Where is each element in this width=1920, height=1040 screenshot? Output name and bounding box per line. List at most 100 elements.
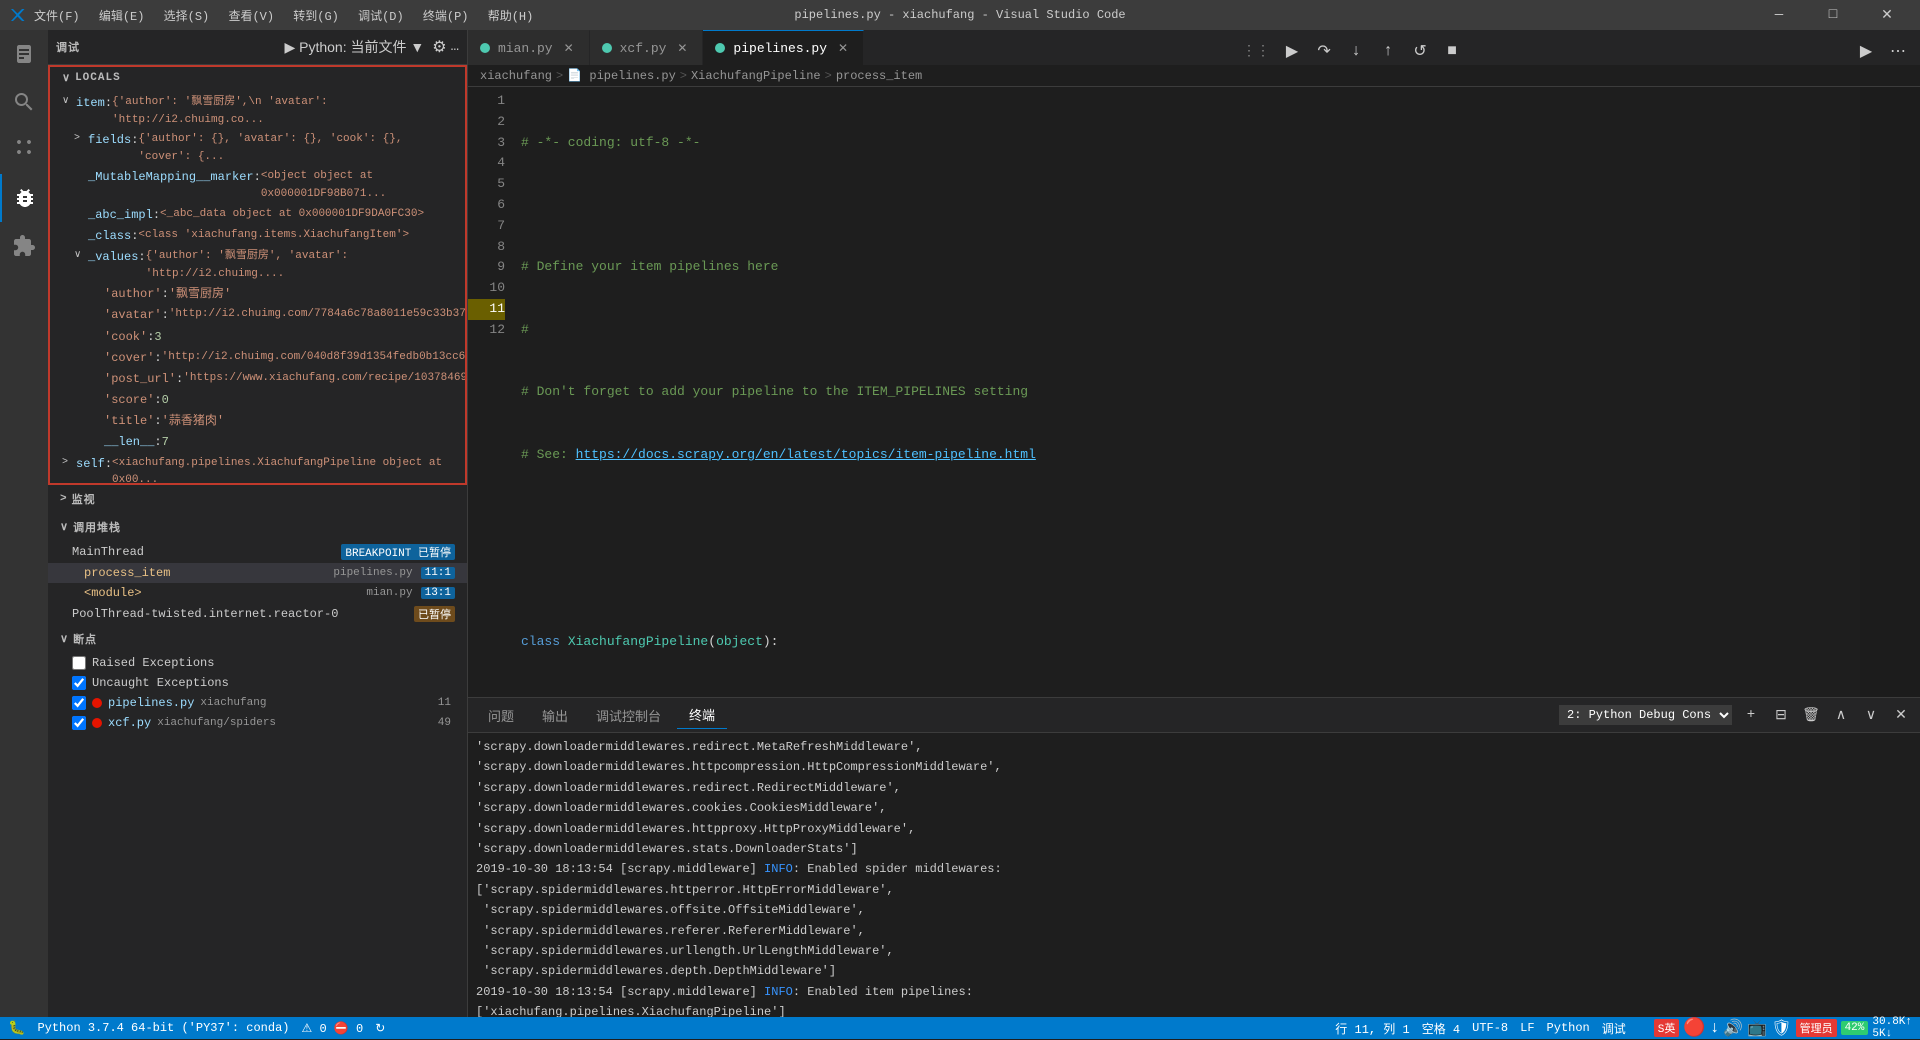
menu-view[interactable]: 查看(V) bbox=[228, 10, 274, 24]
tree-item[interactable]: _MutableMapping__marker : <object object… bbox=[50, 167, 465, 204]
call-stack-frame[interactable]: process_item pipelines.py 11:1 bbox=[48, 563, 467, 583]
breadcrumb: xiachufang > 📄 pipelines.py > Xiachufang… bbox=[468, 65, 1920, 87]
watch-section-header[interactable]: > 监视 bbox=[48, 485, 467, 513]
tab-close-mian[interactable]: ✕ bbox=[561, 40, 577, 56]
activity-explorer[interactable] bbox=[0, 30, 48, 78]
line-num: 4 bbox=[468, 153, 505, 174]
menu-terminal[interactable]: 终端(P) bbox=[423, 10, 469, 24]
menu-debug[interactable]: 调试(D) bbox=[358, 10, 404, 24]
tab-mian[interactable]: mian.py ✕ bbox=[468, 30, 590, 65]
panel-tab-right: 2: Python Debug Cons + ⊟ 🗑 ∧ ∨ ✕ bbox=[1559, 704, 1912, 726]
restart-button[interactable]: ↺ bbox=[1406, 37, 1434, 65]
editor-actions: ▶ ⋯ bbox=[1852, 37, 1920, 65]
breakpoints-header[interactable]: ∨ 断点 bbox=[48, 625, 467, 653]
status-line-col[interactable]: 行 11, 列 1 bbox=[1335, 1020, 1409, 1037]
tree-item[interactable]: > self : <xiachufang.pipelines.Xiachufan… bbox=[50, 454, 465, 483]
chevron-down-icon[interactable]: ∨ bbox=[1860, 704, 1882, 726]
close-panel-button[interactable]: ✕ bbox=[1890, 704, 1912, 726]
step-over-button[interactable]: ↷ bbox=[1310, 37, 1338, 65]
breadcrumb-method[interactable]: process_item bbox=[836, 69, 922, 83]
xcf-bp-checkbox[interactable] bbox=[72, 716, 86, 730]
add-terminal-button[interactable]: + bbox=[1740, 704, 1762, 726]
chevron-up-icon[interactable]: ∧ bbox=[1830, 704, 1852, 726]
run-debug-button[interactable]: ▶ Python: 当前文件 ▼ bbox=[280, 35, 428, 59]
tree-item[interactable]: 'post_url' : 'https://www.xiachufang.com… bbox=[50, 369, 465, 390]
tab-close-xcf[interactable]: ✕ bbox=[674, 40, 690, 56]
breakpoint-xcf[interactable]: xcf.py xiachufang/spiders 49 bbox=[48, 713, 467, 733]
status-debug-mode[interactable]: 调试 bbox=[1602, 1020, 1626, 1037]
breakpoint-pipelines[interactable]: pipelines.py xiachufang 11 bbox=[48, 693, 467, 713]
tree-item[interactable]: ∨ item : {'author': '飘雪厨房',\n 'avatar': … bbox=[50, 93, 465, 130]
run-python-button[interactable]: ▶ bbox=[1852, 37, 1880, 65]
panel-tab-output[interactable]: 输出 bbox=[530, 702, 580, 729]
tree-item[interactable]: 'avatar' : 'http://i2.chuimg.com/7784a6c… bbox=[50, 305, 465, 326]
status-line-ending[interactable]: LF bbox=[1520, 1021, 1534, 1035]
tab-pipelines[interactable]: pipelines.py ✕ bbox=[703, 30, 864, 65]
panel-tab-problems[interactable]: 问题 bbox=[476, 702, 526, 729]
menu-edit[interactable]: 编辑(E) bbox=[99, 10, 145, 24]
tree-item[interactable]: 'author' : '飘雪厨房' bbox=[50, 284, 465, 305]
call-stack-header[interactable]: ∨ 调用堆栈 bbox=[48, 513, 467, 541]
tree-item[interactable]: > fields : {'author': {}, 'avatar': {}, … bbox=[50, 130, 465, 167]
status-errors[interactable]: ⚠ 0 ⛔ 0 bbox=[301, 1021, 363, 1036]
status-debug-icon[interactable]: 🐛 bbox=[8, 1020, 25, 1037]
debug-settings-icon[interactable]: ⚙ bbox=[432, 37, 446, 57]
trash-icon[interactable]: 🗑 bbox=[1800, 704, 1822, 726]
tree-item[interactable]: _class : <class 'xiachufang.items.Xiachu… bbox=[50, 226, 465, 247]
tab-xcf[interactable]: xcf.py ✕ bbox=[590, 30, 704, 65]
call-stack-thread[interactable]: MainThread BREAKPOINT 已暂停 bbox=[48, 541, 467, 563]
breadcrumb-root[interactable]: xiachufang bbox=[480, 69, 552, 83]
status-encoding[interactable]: UTF-8 bbox=[1472, 1021, 1508, 1035]
menu-file[interactable]: 文件(F) bbox=[34, 10, 80, 24]
code-content[interactable]: # -*- coding: utf-8 -*- # Define your it… bbox=[513, 87, 1860, 697]
breadcrumb-sep: > bbox=[680, 69, 687, 83]
code-line bbox=[521, 195, 1852, 216]
status-sync-icon[interactable]: ↻ bbox=[375, 1021, 385, 1036]
code-editor[interactable]: 1 2 3 4 5 6 7 8 9 10 11 12 # -*- coding:… bbox=[468, 87, 1920, 697]
raised-exceptions-checkbox[interactable] bbox=[72, 656, 86, 670]
tree-item[interactable]: 'title' : '蒜香猪肉' bbox=[50, 411, 465, 432]
activity-debug[interactable] bbox=[0, 174, 48, 222]
breadcrumb-file[interactable]: 📄 pipelines.py bbox=[567, 68, 676, 83]
panel-tab-debug-console[interactable]: 调试控制台 bbox=[584, 702, 673, 729]
menu-goto[interactable]: 转到(G) bbox=[293, 10, 339, 24]
split-panel-button[interactable]: ⊟ bbox=[1770, 704, 1792, 726]
locals-tree[interactable]: ∨ item : {'author': '飘雪厨房',\n 'avatar': … bbox=[50, 89, 465, 483]
breakpoint-uncaught[interactable]: Uncaught Exceptions bbox=[48, 673, 467, 693]
close-button[interactable]: ✕ bbox=[1864, 0, 1910, 30]
menu-select[interactable]: 选择(S) bbox=[164, 10, 210, 24]
status-python-version[interactable]: Python 3.7.4 64-bit ('PY37': conda) bbox=[37, 1021, 289, 1035]
terminal-select[interactable]: 2: Python Debug Cons bbox=[1559, 705, 1732, 725]
activity-scm[interactable] bbox=[0, 126, 48, 174]
tree-item[interactable]: ∨ _values : {'author': '飘雪厨房', 'avatar':… bbox=[50, 247, 465, 284]
activity-search[interactable] bbox=[0, 78, 48, 126]
terminal-content[interactable]: 'scrapy.downloadermiddlewares.redirect.M… bbox=[468, 733, 1920, 1017]
activity-extensions[interactable] bbox=[0, 222, 48, 270]
breakpoint-raised[interactable]: Raised Exceptions bbox=[48, 653, 467, 673]
stop-button[interactable]: ■ bbox=[1438, 37, 1466, 65]
xcf-bp-num: 49 bbox=[434, 717, 455, 729]
minimize-button[interactable]: — bbox=[1756, 0, 1802, 30]
call-stack-thread[interactable]: PoolThread-twisted.internet.reactor-0 已暂… bbox=[48, 603, 467, 625]
tree-item[interactable]: __len__ : 7 bbox=[50, 432, 465, 453]
tree-item[interactable]: 'cook' : 3 bbox=[50, 327, 465, 348]
uncaught-exceptions-checkbox[interactable] bbox=[72, 676, 86, 690]
debug-more-icon[interactable]: … bbox=[451, 39, 459, 55]
call-stack-frame[interactable]: <module> mian.py 13:1 bbox=[48, 583, 467, 603]
continue-button[interactable]: ▶ bbox=[1278, 37, 1306, 65]
split-editor-button[interactable]: ⋯ bbox=[1884, 37, 1912, 65]
breadcrumb-class[interactable]: XiachufangPipeline bbox=[691, 69, 821, 83]
pipelines-bp-checkbox[interactable] bbox=[72, 696, 86, 710]
panel-tab-terminal[interactable]: 终端 bbox=[677, 701, 727, 729]
status-spaces[interactable]: 空格 4 bbox=[1422, 1020, 1460, 1037]
tree-item[interactable]: 'score' : 0 bbox=[50, 390, 465, 411]
menu-help[interactable]: 帮助(H) bbox=[488, 10, 534, 24]
maximize-button[interactable]: □ bbox=[1810, 0, 1856, 30]
step-into-button[interactable]: ↓ bbox=[1342, 37, 1370, 65]
status-language[interactable]: Python bbox=[1547, 1021, 1590, 1035]
tree-item[interactable]: 'cover' : 'http://i2.chuimg.com/040d8f39… bbox=[50, 348, 465, 369]
log-line: 'scrapy.downloadermiddlewares.httpproxy.… bbox=[476, 819, 1912, 839]
step-out-button[interactable]: ↑ bbox=[1374, 37, 1402, 65]
tab-close-pipelines[interactable]: ✕ bbox=[835, 40, 851, 56]
tree-item[interactable]: _abc_impl : <_abc_data object at 0x00000… bbox=[50, 205, 465, 226]
